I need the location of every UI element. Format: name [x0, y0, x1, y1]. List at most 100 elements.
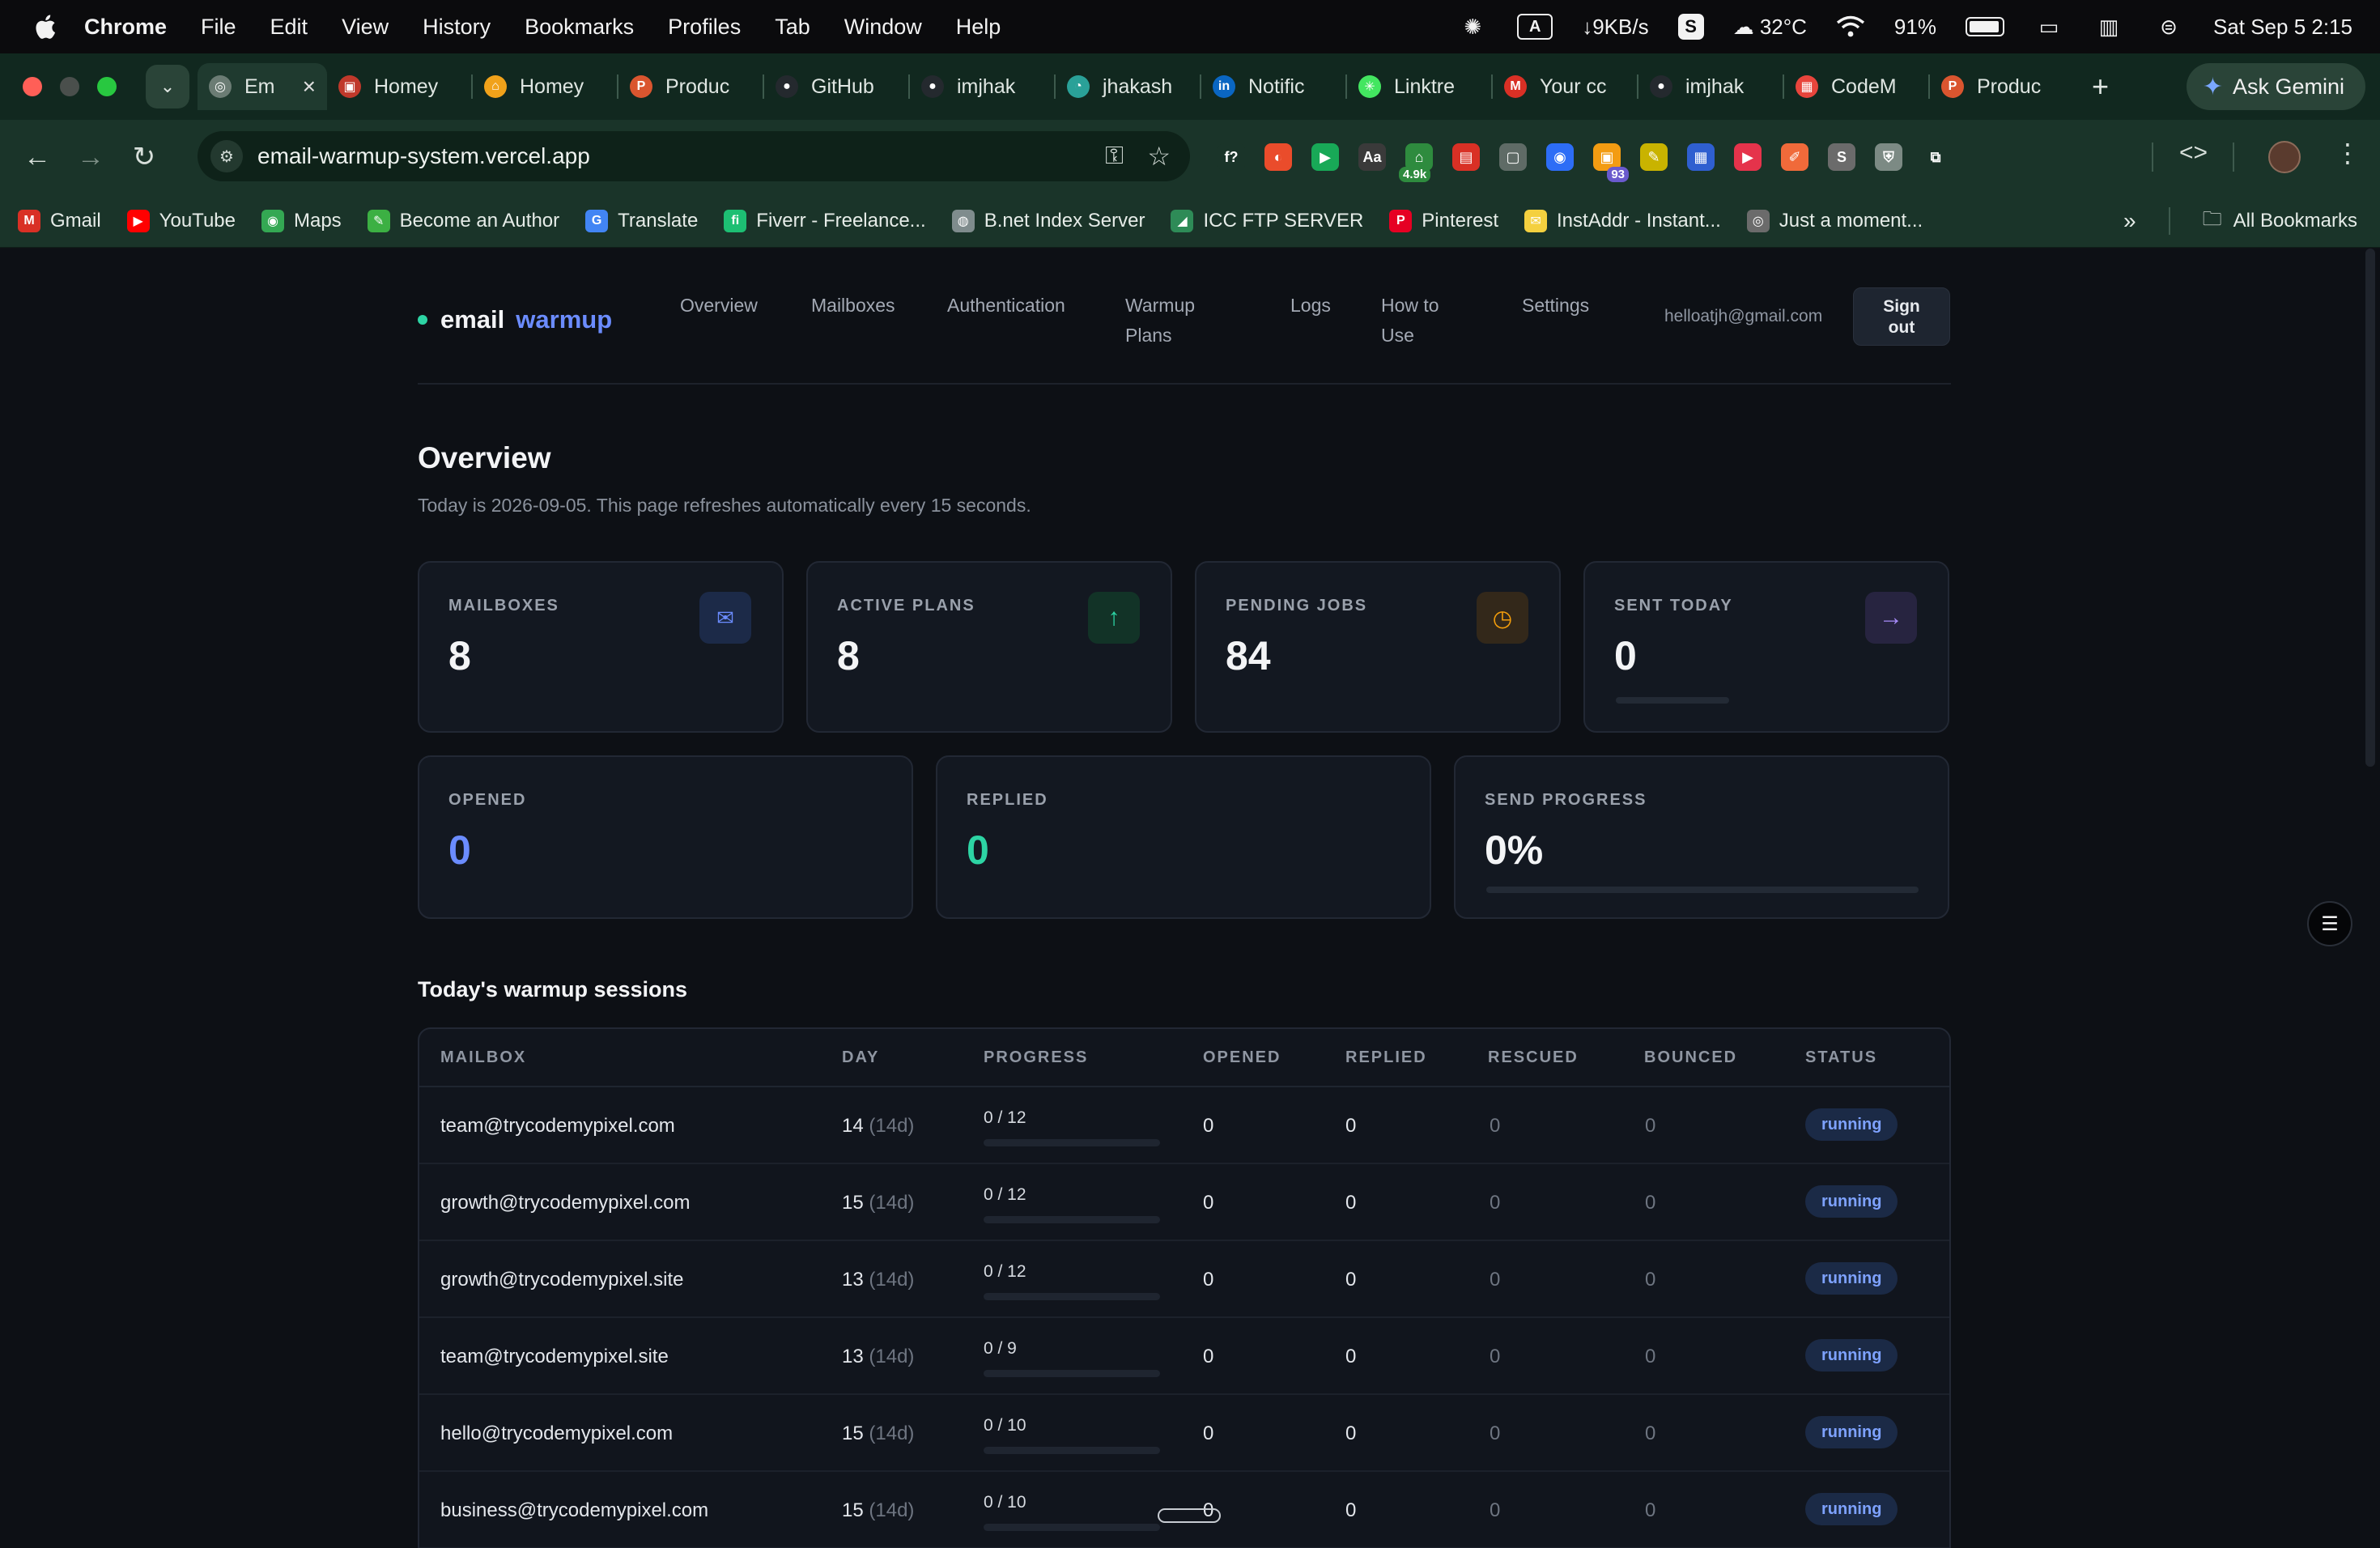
browser-tab[interactable]: ◔ jhakash — [1056, 63, 1200, 110]
maximize-window-button[interactable] — [97, 77, 117, 96]
tab-search-chevron-icon[interactable]: ⌄ — [146, 65, 189, 108]
browser-tab[interactable]: ● imjhak — [1638, 63, 1783, 110]
address-url[interactable]: email-warmup-system.vercel.app — [257, 143, 590, 169]
extension-icon[interactable]: ⌂ 4.9k — [1399, 143, 1433, 182]
extension-icon[interactable]: Aa — [1358, 143, 1386, 171]
close-window-button[interactable] — [23, 77, 42, 96]
menu-bookmarks[interactable]: Bookmarks — [525, 15, 634, 40]
table-row[interactable]: growth@trycodemypixel.com 15 (14d) 0 / 12 0… — [419, 1164, 1949, 1241]
extension-icon[interactable]: ▶ — [1311, 143, 1339, 171]
extension-icon[interactable]: ✎ — [1640, 143, 1668, 171]
cell-mailbox[interactable]: growth@trycodemypixel.com — [440, 1192, 690, 1214]
menu-help[interactable]: Help — [956, 15, 1001, 40]
apple-logo-icon[interactable] — [32, 13, 57, 40]
s-app-icon[interactable]: S — [1677, 14, 1704, 40]
extension-icon[interactable]: ✐ — [1781, 143, 1808, 171]
bookmark-item[interactable]: ◉ Maps — [261, 209, 342, 232]
nav-how-to-use[interactable]: How to Use — [1381, 291, 1439, 351]
browser-tab[interactable]: ⌂ Homey — [473, 63, 617, 110]
nav-settings[interactable]: Settings — [1522, 291, 1589, 321]
weather[interactable]: ☁ 32°C — [1733, 15, 1807, 40]
extension-icon[interactable]: ⛨ — [1875, 143, 1902, 171]
menu-app-name[interactable]: Chrome — [84, 15, 167, 40]
browser-tab[interactable]: ● GitHub — [764, 63, 908, 110]
bookmark-item[interactable]: ✎ Become an Author — [367, 209, 559, 232]
menu-view[interactable]: View — [342, 15, 389, 40]
extension-icon[interactable]: f? — [1218, 143, 1245, 171]
col-replied[interactable]: REPLIED — [1345, 1048, 1427, 1067]
nav-authentication[interactable]: Authentication — [947, 291, 1065, 321]
table-row[interactable]: team@trycodemypixel.com 14 (14d) 0 / 12 0 0 0… — [419, 1087, 1949, 1164]
cell-mailbox[interactable]: growth@trycodemypixel.site — [440, 1269, 683, 1291]
stats-icon[interactable]: ▥ — [2093, 11, 2124, 42]
site-info-icon[interactable]: ⚙ — [210, 140, 243, 172]
browser-tab[interactable]: ▦ CodeM — [1784, 63, 1928, 110]
brand-logo[interactable]: email warmup — [418, 305, 612, 334]
bookmark-item[interactable]: M Gmail — [18, 209, 101, 232]
bookmark-star-icon[interactable]: ☆ — [1147, 141, 1171, 172]
extension-icon[interactable]: ▦ — [1687, 143, 1715, 171]
all-bookmarks[interactable]: 🗀 All Bookmarks — [2203, 205, 2357, 238]
menu-tab[interactable]: Tab — [775, 15, 810, 40]
menu-profiles[interactable]: Profiles — [668, 15, 741, 40]
browser-tab[interactable]: P Produc — [1930, 63, 2074, 110]
battery-icon[interactable] — [1965, 17, 2004, 36]
nav-overview[interactable]: Overview — [680, 291, 758, 321]
clock[interactable]: Sat Sep 5 2:15 — [2213, 15, 2352, 40]
menu-window[interactable]: Window — [844, 15, 922, 40]
browser-tab[interactable]: P Produc — [618, 63, 763, 110]
back-arrow-icon[interactable]: ← — [21, 141, 53, 173]
bookmark-item[interactable]: fi Fiverr - Freelance... — [724, 209, 926, 232]
wifi-icon[interactable] — [1836, 15, 1865, 38]
page-scrollbar[interactable] — [2365, 249, 2375, 767]
browser-tab[interactable]: ● imjhak — [910, 63, 1054, 110]
cell-mailbox[interactable]: team@trycodemypixel.site — [440, 1346, 669, 1368]
menu-file[interactable]: File — [201, 15, 236, 40]
table-row[interactable]: hello@trycodemypixel.com 15 (14d) 0 / 10 0 0… — [419, 1395, 1949, 1472]
bookmark-item[interactable]: G Translate — [585, 209, 698, 232]
browser-tab[interactable]: ◎ Em × — [198, 63, 327, 110]
table-row[interactable]: growth@trycodemypixel.site 13 (14d) 0 / 12… — [419, 1241, 1949, 1318]
col-status[interactable]: STATUS — [1805, 1048, 1877, 1067]
browser-tab[interactable]: M Your cc — [1493, 63, 1637, 110]
browser-tab[interactable]: ✳ Linktre — [1347, 63, 1491, 110]
extension-icon[interactable]: ⧉ — [1922, 143, 1949, 171]
cell-mailbox[interactable]: team@trycodemypixel.com — [440, 1115, 675, 1138]
sign-out-button[interactable]: Sign out — [1853, 287, 1950, 346]
bookmark-item[interactable]: ▶ YouTube — [126, 209, 236, 232]
forward-arrow-icon[interactable]: → — [74, 141, 107, 173]
extension-icon[interactable]: ▶ — [1734, 143, 1762, 171]
airplay-icon[interactable]: ▭ — [2034, 11, 2064, 42]
extension-icon[interactable]: ▣ 93 — [1593, 143, 1629, 182]
reload-icon[interactable]: ↻ — [128, 141, 160, 173]
more-menu-icon[interactable]: ⋮ — [2335, 138, 2361, 168]
col-day[interactable]: DAY — [842, 1048, 879, 1067]
cell-mailbox[interactable]: hello@trycodemypixel.com — [440, 1423, 673, 1445]
chatgpt-icon[interactable]: ✺ — [1457, 11, 1488, 42]
nav-mailboxes[interactable]: Mailboxes — [811, 291, 895, 321]
more-bookmarks-chevron-icon[interactable]: » — [2123, 208, 2136, 234]
bookmark-item[interactable]: P Pinterest — [1389, 209, 1498, 232]
col-mailbox[interactable]: MAILBOX — [440, 1048, 526, 1067]
extension-icon[interactable]: S — [1828, 143, 1855, 171]
ask-gemini-button[interactable]: ✦ Ask Gemini — [2186, 63, 2365, 110]
close-tab-icon[interactable]: × — [303, 74, 316, 100]
extension-icon[interactable]: ▤ — [1452, 143, 1480, 171]
profile-avatar[interactable] — [2268, 141, 2301, 173]
bookmark-item[interactable]: ◢ ICC FTP SERVER — [1171, 209, 1363, 232]
bookmark-item[interactable]: ✉ InstAddr - Instant... — [1524, 209, 1721, 232]
browser-tab[interactable]: ▣ Homey — [327, 63, 471, 110]
extension-icon[interactable]: ◉ — [1546, 143, 1574, 171]
col-progress[interactable]: PROGRESS — [984, 1048, 1088, 1067]
col-bounced[interactable]: BOUNCED — [1644, 1048, 1737, 1067]
password-key-icon[interactable]: ⚿ — [1105, 142, 1124, 170]
minimize-window-button[interactable] — [60, 77, 79, 96]
control-center-icon[interactable]: ⊜ — [2153, 11, 2184, 42]
new-tab-plus-icon[interactable]: + — [2092, 70, 2109, 104]
browser-tab[interactable]: in Notific — [1201, 63, 1345, 110]
bookmark-item[interactable]: ◍ B.net Index Server — [951, 209, 1145, 232]
devtools-code-icon[interactable]: <> — [2179, 139, 2208, 167]
bookmark-item[interactable]: ◎ Just a moment... — [1746, 209, 1923, 232]
nav-warmup-plans[interactable]: Warmup Plans — [1125, 291, 1195, 351]
nav-logs[interactable]: Logs — [1290, 291, 1331, 321]
